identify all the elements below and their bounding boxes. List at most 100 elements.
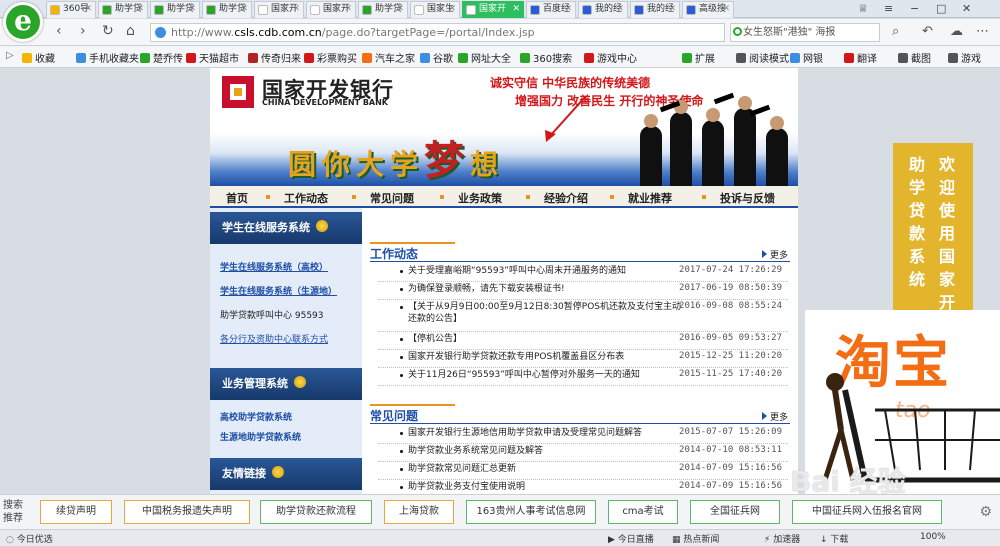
news-title[interactable]: 【关于从9月9日00:00至9月12日8:30暂停POS机还款及支付宝主动还款的…	[408, 301, 683, 325]
more-icon[interactable]: ⋯	[976, 24, 989, 39]
tab-4[interactable]: 国家开 ✕	[254, 1, 304, 18]
undo-icon[interactable]: ↶	[922, 24, 933, 39]
tab-0[interactable]: 360导 ✕	[46, 1, 96, 18]
search-input[interactable]: 女生怒斯"港独" 海报	[730, 23, 880, 42]
news-row[interactable]: 国家开发银行助学贷款还款专用POS机覆盖县区分布表 2015-12-25 11:2…	[378, 350, 788, 368]
tab-close-icon[interactable]: ✕	[84, 2, 92, 17]
bookmark-item[interactable]: 传奇归来	[248, 50, 301, 65]
news-row[interactable]: 关于11月26日“95593”呼叫中心暂停对外服务一天的通知 2015-11-25…	[378, 368, 788, 386]
forward-icon[interactable]: ›	[80, 23, 86, 39]
tab-close-icon[interactable]: ✕	[722, 2, 730, 17]
close-window-icon[interactable]: ✕	[962, 2, 971, 15]
tab-close-icon[interactable]: ✕	[396, 2, 404, 17]
link-student-system-origin[interactable]: 学生在线服务系统（生源地）	[220, 284, 337, 297]
tab-5[interactable]: 国家开 ✕	[306, 1, 356, 18]
url-field[interactable]: http://www.csls.cdb.com.cn/page.do?targe…	[150, 23, 725, 42]
maximize-icon[interactable]: □	[936, 2, 946, 15]
status-news-link[interactable]: ▦ 热点新闻	[672, 532, 719, 545]
news-title[interactable]: 关于受理嘉峪期“95593”呼叫中心周末开通服务的通知	[408, 265, 683, 277]
tab-close-icon[interactable]: ✕	[448, 2, 456, 17]
tab-close-icon[interactable]: ✕	[564, 2, 572, 17]
tab-9[interactable]: 百度经 ✕	[526, 1, 576, 18]
tab-close-icon[interactable]: ✕	[240, 2, 248, 17]
search-recommend-button[interactable]: 续贷声明	[40, 500, 112, 524]
tab-7[interactable]: 国家生 ✕	[410, 1, 460, 18]
tab-close-icon[interactable]: ✕	[292, 2, 300, 17]
tab-11[interactable]: 我的经 ✕	[630, 1, 680, 18]
bookmark-tool[interactable]: 扩展	[682, 50, 715, 65]
tab-8[interactable]: 国家开 ✕	[462, 1, 524, 18]
faq-more-link[interactable]: 更多	[762, 410, 788, 423]
news-title[interactable]: 助学贷款常见问题汇总更新	[408, 463, 683, 475]
news-row[interactable]: 国家开发银行生源地信用助学贷款申请及受理常见问题解答 2015-07-07 15:…	[378, 426, 788, 444]
bookmark-tool[interactable]: 截图	[898, 50, 931, 65]
news-row[interactable]: 【关于从9月9日00:00至9月12日8:30暂停POS机还款及支付宝主动还款的…	[378, 300, 788, 332]
browser-logo[interactable]: e	[3, 2, 43, 42]
tab-1[interactable]: 助学贷 ✕	[98, 1, 148, 18]
nav-item[interactable]: 业务政策	[458, 190, 502, 206]
news-title[interactable]: 助学贷款业务支付宝使用说明	[408, 481, 683, 493]
nav-item[interactable]: 经验介绍	[544, 190, 588, 206]
daily-picks-link[interactable]: ◌ 今日优选	[6, 532, 53, 545]
nav-item[interactable]: 工作动态	[284, 190, 328, 206]
search-recommend-button[interactable]: 中国征兵网入伍报名官网	[792, 500, 942, 524]
nav-item[interactable]: 首页	[226, 190, 248, 206]
tab-3[interactable]: 助学贷 ✕	[202, 1, 252, 18]
bookmark-item[interactable]: 360搜索	[520, 50, 572, 65]
tab-6[interactable]: 助学贷 ✕	[358, 1, 408, 18]
bookmark-item[interactable]: 楚乔传	[140, 50, 183, 65]
news-row[interactable]: 【停机公告】 2016-09-05 09:53:27	[378, 332, 788, 350]
gear-icon[interactable]: ⚙	[979, 504, 992, 520]
search-recommend-button[interactable]: cma考试	[608, 500, 678, 524]
work-news-more-link[interactable]: 更多	[762, 248, 788, 261]
cloud-icon[interactable]: ☁	[950, 24, 963, 39]
news-title[interactable]: 国家开发银行生源地信用助学贷款申请及受理常见问题解答	[408, 427, 683, 439]
news-row[interactable]: 为确保登录顺畅，请先下载安装根证书! 2017-06-19 08:50:39	[378, 282, 788, 300]
tab-2[interactable]: 助学贷 ✕	[150, 1, 200, 18]
news-row[interactable]: 关于受理嘉峪期“95593”呼叫中心周末开通服务的通知 2017-07-24 17…	[378, 264, 788, 282]
search-icon[interactable]: ⌕	[892, 24, 899, 39]
status-live-link[interactable]: ▶ 今日直播	[608, 532, 654, 545]
news-row[interactable]: 助学贷款业务系统常见问题及解答 2014-07-10 08:53:11	[378, 444, 788, 462]
bookmark-item[interactable]: 彩票购买	[304, 50, 357, 65]
home-icon[interactable]: ⌂	[126, 23, 135, 39]
bookmark-item[interactable]: 游戏中心	[584, 50, 637, 65]
news-title[interactable]: 关于11月26日“95593”呼叫中心暂停对外服务一天的通知	[408, 369, 683, 381]
search-recommend-button[interactable]: 中国税务报遗失声明	[124, 500, 250, 524]
news-title[interactable]: 国家开发银行助学贷款还款专用POS机覆盖县区分布表	[408, 351, 683, 363]
tab-close-icon[interactable]: ✕	[668, 2, 676, 17]
reload-icon[interactable]: ↻	[102, 23, 114, 39]
search-recommend-button[interactable]: 上海贷款	[384, 500, 454, 524]
bookmark-item[interactable]: 汽车之家	[362, 50, 415, 65]
search-recommend-button[interactable]: 全国征兵网	[690, 500, 780, 524]
tab-close-icon[interactable]: ✕	[344, 2, 352, 17]
bookmark-item[interactable]: 手机收藏夹	[76, 50, 139, 65]
tab-close-icon[interactable]: ✕	[616, 2, 624, 17]
bookmark-item[interactable]: 天猫超市	[186, 50, 239, 65]
status-accel-link[interactable]: ⚡ 加速器	[764, 532, 800, 545]
search-recommend-button[interactable]: 助学贷款还款流程	[260, 500, 372, 524]
tab-close-icon[interactable]: ✕	[188, 2, 196, 17]
news-row[interactable]: 助学贷款常见问题汇总更新 2014-07-09 15:16:56	[378, 462, 788, 480]
bookmark-item[interactable]: 网址大全	[458, 50, 511, 65]
minimize-icon[interactable]: −	[910, 2, 919, 15]
news-title[interactable]: 助学贷款业务系统常见问题及解答	[408, 445, 683, 457]
news-title[interactable]: 为确保登录顺畅，请先下载安装根证书!	[408, 283, 683, 295]
link-branch-contacts[interactable]: 各分行及资助中心联系方式	[220, 332, 328, 345]
tab-close-icon[interactable]: ✕	[512, 2, 520, 17]
status-download-link[interactable]: ↓ 下载	[820, 532, 848, 545]
nav-item[interactable]: 投诉与反馈	[720, 190, 775, 206]
bookmark-tool[interactable]: 网银	[790, 50, 823, 65]
tab-10[interactable]: 我的经 ✕	[578, 1, 628, 18]
nav-item[interactable]: 就业推荐	[628, 190, 672, 206]
link-origin-loan-system[interactable]: 生源地助学贷款系统	[220, 430, 301, 443]
bookmark-toggle-icon[interactable]: ▷	[6, 50, 14, 61]
bookmark-item[interactable]: 收藏	[22, 50, 55, 65]
search-recommend-button[interactable]: 163贵州人事考试信息网	[466, 500, 596, 524]
bookmark-item[interactable]: 谷歌	[420, 50, 453, 65]
shirt-icon[interactable]: ♕	[858, 2, 868, 15]
tab-12[interactable]: 高级搜 ✕	[682, 1, 734, 18]
link-student-system-college[interactable]: 学生在线服务系统（高校）	[220, 260, 328, 273]
bookmark-tool[interactable]: 游戏	[948, 50, 981, 65]
news-row[interactable]: 助学贷款业务支付宝使用说明 2014-07-09 15:16:56	[378, 480, 788, 494]
